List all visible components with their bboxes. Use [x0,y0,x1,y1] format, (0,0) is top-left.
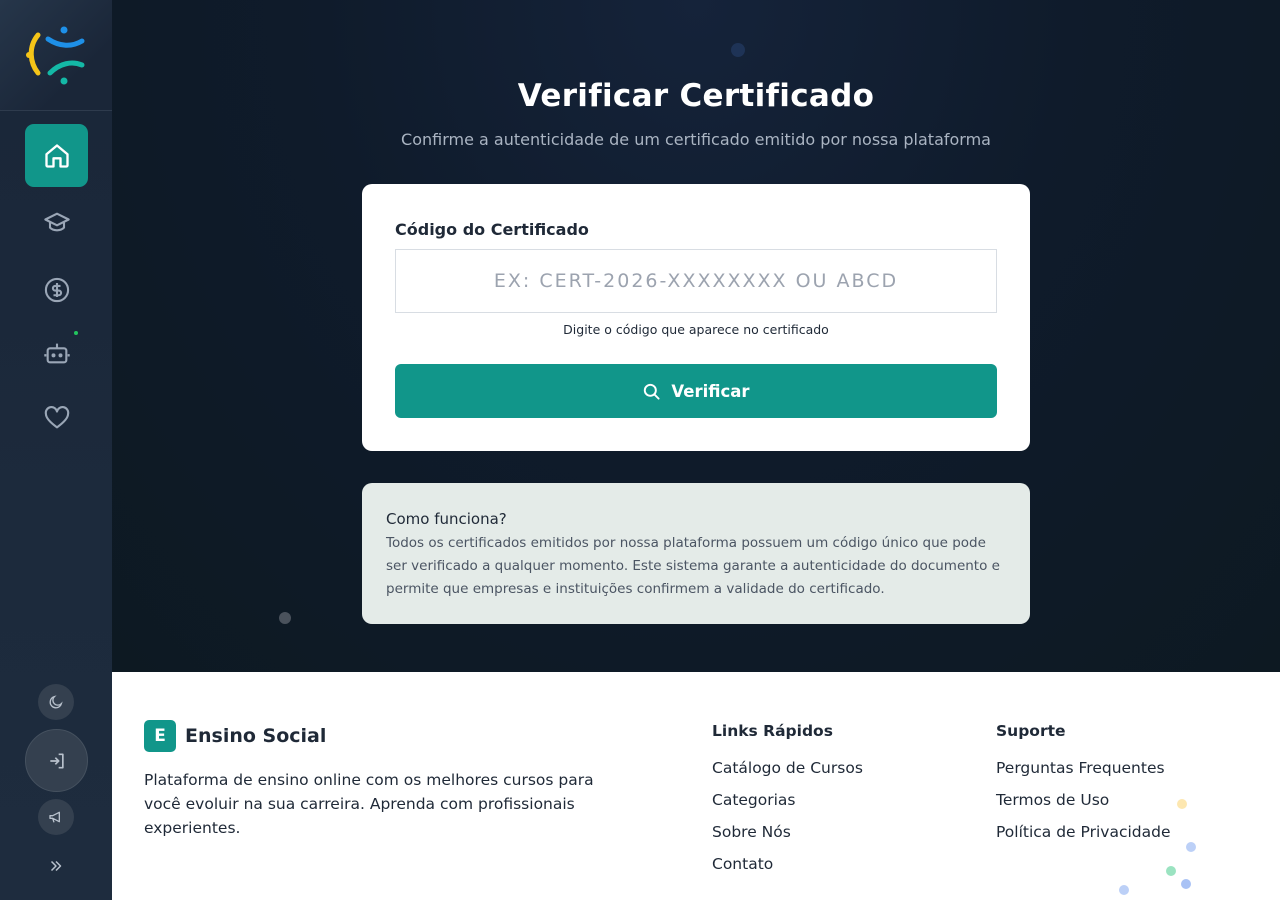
moon-icon [49,695,63,709]
certificate-code-hint: Digite o código que aparece no certifica… [563,322,829,337]
chevrons-right-icon [50,860,62,872]
decorative-dot [731,43,745,57]
decorative-dot [279,612,291,624]
quick-links-title: Links Rápidos [712,722,833,740]
footer-link-privacy[interactable]: Política de Privacidade [996,822,1171,854]
sidebar [0,0,112,900]
page-title: Verificar Certificado [517,78,875,114]
heart-icon [44,405,69,428]
nav-courses[interactable] [25,191,88,254]
decorative-dot [1181,879,1191,889]
logo-icon [26,26,85,85]
certificate-code-label: Código do Certificado [395,220,589,239]
footer-link-categories[interactable]: Categorias [712,790,863,822]
footer-link-contact[interactable]: Contato [712,854,863,886]
decorative-dot [1186,842,1196,852]
nav-assistant[interactable] [25,321,88,384]
robot-icon [43,343,70,363]
megaphone-icon [49,811,60,823]
logo[interactable] [0,0,112,111]
brand-logo-badge: E [144,720,176,752]
home-icon [44,143,69,168]
expand-sidebar-button[interactable] [38,848,74,884]
graduation-cap-icon [43,212,70,231]
nav-home[interactable] [25,124,88,187]
notification-dot [74,331,78,335]
support-title: Suporte [996,722,1066,740]
footer: E Ensino Social Plataforma de ensino onl… [112,672,1280,900]
announcements-button[interactable] [38,799,74,835]
verify-form-card: Código do Certificado Digite o código qu… [362,184,1030,451]
dollar-icon [44,277,69,302]
how-it-works-text: Todos os certificados emitidos por nossa… [386,535,1000,597]
decorative-dot [1177,799,1187,809]
search-icon [644,383,660,400]
how-it-works-panel: Como funciona? Todos os certificados emi… [362,483,1030,624]
quick-links: Links Rápidos Catálogo de Cursos Categor… [712,722,863,886]
verify-button[interactable]: Verificar [395,364,997,418]
nav-favorites[interactable] [25,386,88,449]
support-links: Suporte Perguntas Frequentes Termos de U… [996,722,1171,854]
logout-button[interactable] [25,729,88,792]
footer-link-about[interactable]: Sobre Nós [712,822,863,854]
footer-link-terms[interactable]: Termos de Uso [996,790,1171,822]
theme-toggle-button[interactable] [38,684,74,720]
logout-icon [49,753,64,768]
verify-section: Verificar Certificado Confirme a autenti… [112,0,1280,672]
footer-link-catalog[interactable]: Catálogo de Cursos [712,758,863,790]
how-it-works-title: Como funciona? [386,510,507,528]
brand-name: Ensino Social [185,725,327,747]
footer-brand[interactable]: E Ensino Social [144,720,326,752]
decorative-dot [1166,866,1176,876]
brand-description: Plataforma de ensino online com os melho… [144,771,594,837]
page-subtitle: Confirme a autenticidade de um certifica… [401,130,991,149]
certificate-code-input[interactable] [395,249,997,313]
decorative-dot [1119,885,1129,895]
verify-button-label: Verificar [671,381,750,401]
nav-finance[interactable] [25,258,88,321]
footer-link-faq[interactable]: Perguntas Frequentes [996,758,1171,790]
